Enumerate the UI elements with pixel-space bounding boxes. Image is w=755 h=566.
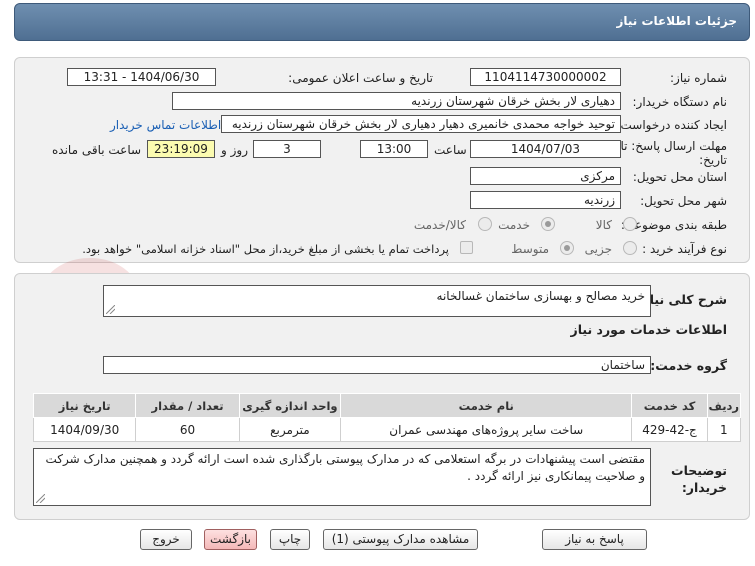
days-label: روز و — [221, 143, 248, 157]
cell-row: 1 — [706, 417, 742, 442]
print-button[interactable]: چاپ — [270, 529, 310, 550]
back-button[interactable]: بازگشت — [204, 529, 257, 550]
cell-service-code: ج-42-429 — [631, 417, 708, 442]
exit-button[interactable]: خروج — [140, 529, 192, 550]
table-row: 1 ج-42-429 ساخت سایر پروژه‌های مهندسی عم… — [32, 417, 742, 442]
creator-field: توحید خواجه محمدی خانمیری دهیار دهیاری ل… — [221, 115, 621, 133]
deadline-time-field: 13:00 — [360, 140, 428, 158]
services-table: ردیف کد خدمت نام خدمت واحد اندازه گیری ت… — [32, 393, 742, 442]
need-number-label: شماره نیاز: — [670, 71, 727, 85]
process-label: نوع فرآیند خرید : — [642, 242, 727, 256]
description-text: خرید مصالح و بهسازی ساختمان غسالخانه — [436, 289, 645, 303]
view-attachments-button[interactable]: مشاهده مدارک پیوستی (1) — [323, 529, 478, 550]
category-option-goods: کالا — [595, 218, 612, 232]
reply-button[interactable]: پاسخ به نیاز — [542, 529, 647, 550]
province-field: مرکزی — [470, 167, 621, 185]
service-group-field: ساختمان — [103, 356, 651, 374]
cell-need-date: 1404/09/30 — [32, 417, 137, 442]
page-header: جزئیات اطلاعات نیاز — [14, 3, 750, 41]
services-section-title: اطلاعات خدمات مورد نیاز — [570, 322, 728, 337]
cell-unit: مترمربع — [238, 417, 342, 442]
col-need-date: تاریخ نیاز — [32, 393, 137, 418]
page-title: جزئیات اطلاعات نیاز — [616, 14, 737, 28]
col-quantity: تعداد / مقدار — [135, 393, 240, 418]
category-radio-service[interactable] — [541, 217, 555, 231]
deadline-date-field: 1404/07/03 — [470, 140, 621, 158]
category-radio-goods-service[interactable] — [478, 217, 492, 231]
treasury-checkbox[interactable] — [460, 241, 473, 254]
col-unit: واحد اندازه گیری — [238, 393, 342, 418]
buyer-notes-field: مقتضی است پیشنهادات در برگه استعلامی که … — [33, 448, 651, 506]
buyer-org-field: دهیاری لار بخش خرقان شهرستان زرندیه — [172, 92, 621, 110]
deadline-time-label: ساعت — [434, 143, 467, 157]
category-radio-goods[interactable] — [623, 217, 637, 231]
resize-grip-icon[interactable] — [36, 494, 45, 503]
province-label: استان محل تحویل: — [632, 170, 727, 184]
time-remaining-label: ساعت باقی مانده — [52, 143, 142, 157]
process-option-minor: جزیی — [584, 242, 612, 256]
service-group-label: گروه خدمت: — [650, 358, 727, 373]
city-label: شهر محل تحویل: — [640, 194, 727, 208]
table-header-row: ردیف کد خدمت نام خدمت واحد اندازه گیری ت… — [32, 393, 742, 418]
process-radio-medium[interactable] — [560, 241, 574, 255]
creator-label: ایجاد کننده درخواست: — [616, 118, 727, 132]
deadline-label: مهلت ارسال پاسخ: تا تاریخ: — [620, 139, 727, 167]
time-remaining-field: 23:19:09 — [147, 140, 215, 158]
buyer-notes-text: مقتضی است پیشنهادات در برگه استعلامی که … — [45, 452, 645, 483]
announce-label: تاریخ و ساعت اعلان عمومی: — [288, 71, 433, 85]
cell-service-name: ساخت سایر پروژه‌های مهندسی عمران — [340, 417, 633, 442]
category-option-service: خدمت — [498, 218, 530, 232]
col-service-code: کد خدمت — [631, 393, 708, 418]
need-number-field: 1104114730000002 — [470, 68, 621, 86]
category-option-goods-service: کالا/خدمت — [413, 218, 466, 232]
payment-note: پرداخت تمام یا بخشی از مبلغ خرید،از محل … — [82, 242, 449, 256]
description-field: خرید مصالح و بهسازی ساختمان غسالخانه — [103, 285, 651, 317]
cell-quantity: 60 — [135, 417, 240, 442]
col-service-name: نام خدمت — [340, 393, 633, 418]
process-option-medium: متوسط — [511, 242, 549, 256]
days-remaining-field: 3 — [253, 140, 321, 158]
resize-grip-icon[interactable] — [106, 305, 115, 314]
buyer-org-label: نام دستگاه خریدار: — [632, 95, 728, 109]
buyer-contact-link[interactable]: اطلاعات تماس خریدار — [110, 118, 221, 132]
city-field: زرندیه — [470, 191, 621, 209]
buyer-notes-label: توضیحات خریدار: — [671, 463, 727, 495]
announce-datetime-field: 1404/06/30 - 13:31 — [67, 68, 216, 86]
col-row: ردیف — [706, 393, 742, 418]
process-radio-minor[interactable] — [623, 241, 637, 255]
